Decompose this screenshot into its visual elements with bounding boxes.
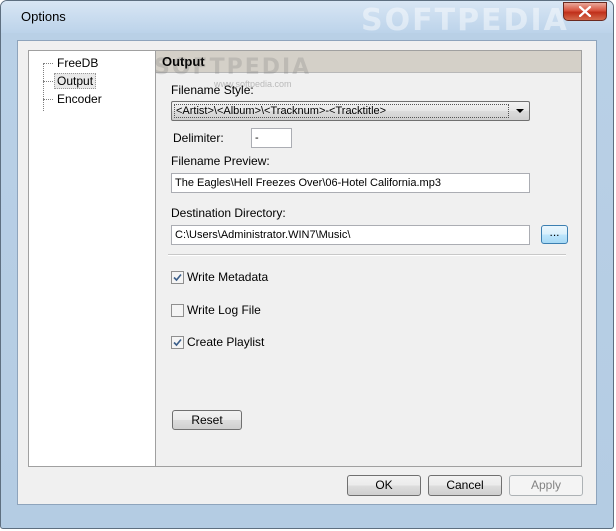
checkmark-icon [173, 273, 182, 281]
filename-style-select[interactable]: <Artist>\<Album>\<Tracknum>-<Tracktitle> [171, 101, 530, 121]
delimiter-input[interactable]: - [251, 128, 292, 148]
watermark-overlay: SOFTPEDIA [154, 55, 312, 80]
tree-item-label: Output [54, 73, 97, 89]
tree-item-label: FreeDB [57, 56, 99, 70]
dialog-client-area: FreeDB Output Encoder Output SOFTPEDIA w… [17, 40, 597, 505]
watermark-logo: SOFTPEDIA [361, 3, 569, 38]
write-metadata-checkbox[interactable] [171, 270, 184, 284]
filename-preview-label: Filename Preview: [171, 154, 270, 168]
create-playlist-label: Create Playlist [187, 335, 265, 349]
write-metadata-label: Write Metadata [187, 270, 269, 284]
separator [168, 254, 566, 256]
chevron-down-icon [516, 109, 524, 113]
reset-button[interactable]: Reset [172, 410, 242, 430]
apply-button[interactable]: Apply [509, 475, 583, 496]
filename-style-label: Filename Style: [171, 83, 254, 97]
cancel-button[interactable]: Cancel [428, 475, 502, 496]
destination-input[interactable]: C:\Users\Administrator.WIN7\Music\ [171, 225, 530, 245]
filename-preview-field[interactable]: The Eagles\Hell Freezes Over\06-Hotel Ca… [171, 173, 530, 193]
close-button[interactable] [563, 2, 607, 21]
checkmark-icon [173, 338, 182, 346]
write-log-file-checkbox[interactable] [171, 303, 184, 317]
output-panel: Output SOFTPEDIA www.softpedia.com Filen… [154, 50, 582, 467]
create-playlist-checkbox[interactable] [171, 335, 184, 349]
ok-button[interactable]: OK [347, 475, 421, 496]
window-title: Options [21, 9, 66, 24]
write-log-file-label: Write Log File [187, 303, 261, 317]
delimiter-label: Delimiter: [173, 131, 224, 145]
tree-item-freedb[interactable]: FreeDB [43, 54, 101, 72]
create-playlist-option[interactable]: Create Playlist [171, 335, 264, 349]
write-log-file-option[interactable]: Write Log File [171, 303, 261, 317]
write-metadata-option[interactable]: Write Metadata [171, 270, 268, 284]
tree-item-label: Encoder [57, 92, 102, 106]
close-icon [579, 6, 591, 17]
title-bar[interactable]: Options SOFTPEDIA [1, 1, 613, 38]
tree-item-encoder[interactable]: Encoder [43, 90, 105, 108]
options-tree: FreeDB Output Encoder [28, 50, 161, 467]
tree-item-output[interactable]: Output [43, 72, 97, 90]
options-window: Options SOFTPEDIA FreeDB Output Encoder [0, 0, 614, 529]
browse-button[interactable]: ... [541, 225, 568, 244]
destination-label: Destination Directory: [171, 206, 286, 220]
filename-style-value: <Artist>\<Album>\<Tracknum>-<Tracktitle> [174, 104, 509, 118]
